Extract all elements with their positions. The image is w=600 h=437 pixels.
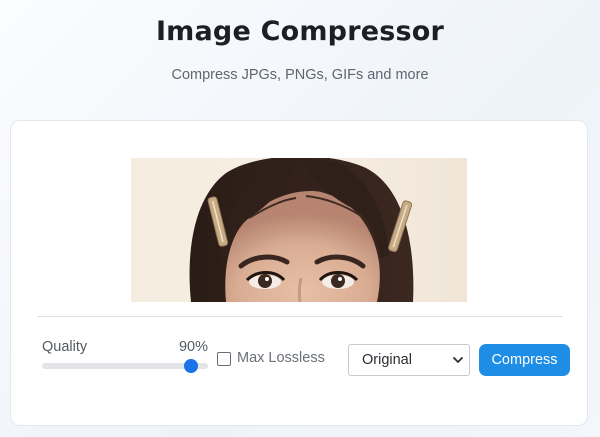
quality-slider-track[interactable]	[42, 363, 208, 369]
image-preview	[131, 158, 467, 302]
page-title: Image Compressor	[155, 16, 445, 47]
compress-button[interactable]: Compress	[479, 344, 570, 376]
quality-label: Quality	[42, 339, 88, 355]
compressor-card: Quality 90% Max Lossless Original Compre…	[10, 120, 588, 426]
divider	[37, 316, 563, 317]
format-select-value: Original	[362, 352, 412, 368]
quality-slider-thumb[interactable]	[184, 359, 199, 373]
format-select[interactable]: Original	[348, 344, 470, 376]
page-subtitle: Compress JPGs, PNGs, GIFs and more	[171, 67, 429, 83]
quality-value: 90%	[178, 339, 208, 355]
chevron-down-icon	[453, 357, 463, 363]
max-lossless-label[interactable]: Max Lossless	[237, 350, 325, 366]
max-lossless-checkbox[interactable]	[217, 352, 231, 366]
